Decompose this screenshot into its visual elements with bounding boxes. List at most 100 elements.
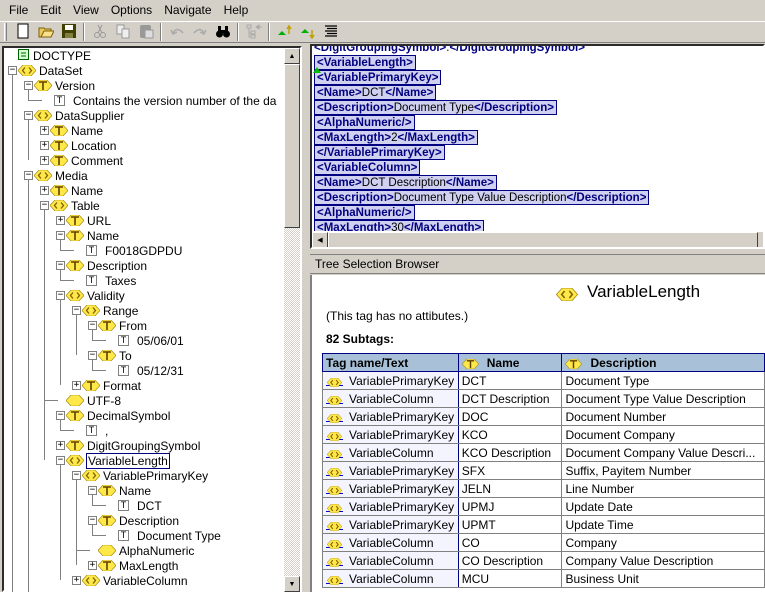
table-row[interactable]: VariableColumn CO Description Company Valu… <box>322 551 765 570</box>
expand-icon[interactable]: + <box>40 156 49 165</box>
table-row[interactable]: VariableColumn KCO Description Document Co… <box>322 443 765 462</box>
tree-node[interactable]: + VariableColumn <box>72 573 188 588</box>
tree-node[interactable]: T F0018GDPDU <box>72 243 182 258</box>
collapse-icon[interactable]: − <box>88 321 97 330</box>
source-line[interactable]: </VariablePrimaryKey> <box>314 145 445 160</box>
table-row[interactable]: VariablePrimaryKey UPMJ Update Date <box>322 497 765 516</box>
source-line[interactable]: <VariablePrimaryKey> <box>314 70 442 85</box>
source-line[interactable]: <Name> DCT </Name> <box>314 85 437 100</box>
copy-button[interactable] <box>111 22 134 42</box>
expand-icon[interactable]: + <box>72 381 81 390</box>
expand-icon[interactable]: + <box>56 216 65 225</box>
element-link-icon[interactable] <box>326 574 343 586</box>
tree-node[interactable]: UTF-8 <box>56 393 121 408</box>
column-header[interactable]: Name <box>457 353 563 372</box>
menu-view[interactable]: View <box>67 3 105 17</box>
table-row[interactable]: VariablePrimaryKey SFX Suffix, Payitem Num… <box>322 461 765 480</box>
cut-button[interactable] <box>88 22 111 42</box>
source-line[interactable]: <AlphaNumeric/> <box>314 205 415 220</box>
menu-options[interactable]: Options <box>105 3 158 17</box>
collapse-icon[interactable]: − <box>24 111 33 120</box>
tree-node[interactable]: T 05/06/01 <box>104 333 184 348</box>
tree-node[interactable]: + Name <box>40 123 103 138</box>
element-link-icon[interactable] <box>326 376 343 388</box>
table-row[interactable]: VariablePrimaryKey KCO Document Company <box>322 425 765 444</box>
tree-node[interactable]: T, <box>72 423 108 438</box>
collapse-icon[interactable]: − <box>24 81 33 90</box>
tree-node[interactable]: − From <box>88 318 147 333</box>
source-line[interactable]: <Description> Document Type </Description> <box>314 100 557 115</box>
collapse-icon[interactable]: − <box>56 411 65 420</box>
tree-node[interactable]: + MaxLength <box>88 558 178 573</box>
table-cell[interactable]: VariablePrimaryKey <box>322 407 459 426</box>
column-header[interactable]: Tag name/Text <box>322 353 459 372</box>
pane-splitter[interactable] <box>302 44 310 592</box>
source-horizontal-scrollbar[interactable]: ◀ <box>312 231 763 247</box>
table-row[interactable]: VariablePrimaryKey UPMT Update Time <box>322 515 765 534</box>
element-link-icon[interactable] <box>326 556 343 568</box>
tree-node[interactable]: + Format <box>72 378 141 393</box>
collapse-icon[interactable]: − <box>72 306 81 315</box>
table-cell[interactable]: VariableColumn <box>322 533 459 552</box>
tree-node[interactable]: − To <box>88 348 132 363</box>
table-cell[interactable]: VariableColumn <box>322 389 459 408</box>
source-line[interactable]: <VariableLength> <box>314 55 416 70</box>
format-button[interactable] <box>319 22 342 42</box>
table-cell[interactable]: VariableColumn <box>322 443 459 462</box>
element-link-icon[interactable] <box>326 484 343 496</box>
menu-help[interactable]: Help <box>218 3 255 17</box>
expand-icon[interactable]: + <box>56 441 65 450</box>
table-row[interactable]: VariableColumn DCT Description Document Ty… <box>322 389 765 408</box>
menu-file[interactable]: File <box>3 3 34 17</box>
undo-button[interactable] <box>165 22 188 42</box>
toolbar-grip[interactable] <box>4 23 7 41</box>
tree-node[interactable]: T DCT <box>104 498 162 513</box>
tree-node[interactable]: − Range <box>72 303 138 318</box>
tree-node[interactable]: − VariablePrimaryKey <box>72 468 208 483</box>
tree-back-button[interactable] <box>242 22 265 42</box>
tree-node[interactable]: + URL <box>56 213 111 228</box>
collapse-icon[interactable]: − <box>88 351 97 360</box>
redo-button[interactable] <box>188 22 211 42</box>
tree-node[interactable]: − Name <box>88 483 151 498</box>
source-line[interactable]: <Description> Document Type Value Descrip… <box>314 190 650 205</box>
element-link-icon[interactable] <box>326 502 343 514</box>
tree-node[interactable]: − Description <box>88 513 179 528</box>
tree-node[interactable]: + DigitGroupingSymbol <box>56 438 200 453</box>
tree-vertical-scrollbar[interactable]: ▲ ▼ <box>284 48 300 592</box>
tree-node[interactable]: − VariableLength <box>56 452 170 469</box>
source-line[interactable]: <Name> DCT Description </Name> <box>314 175 497 190</box>
collapse-icon[interactable]: − <box>56 291 65 300</box>
paste-button[interactable] <box>134 22 157 42</box>
expand-icon[interactable]: + <box>40 186 49 195</box>
tree-node[interactable]: + Name <box>40 183 103 198</box>
table-cell[interactable]: VariableColumn <box>322 569 459 588</box>
table-cell[interactable]: VariablePrimaryKey <box>322 371 459 390</box>
element-link-icon[interactable] <box>326 412 343 424</box>
open-button[interactable] <box>34 22 57 42</box>
horizontal-scroll-thumb[interactable] <box>328 232 758 247</box>
expand-icon[interactable]: + <box>40 126 49 135</box>
move-down-button[interactable] <box>296 22 319 42</box>
table-cell[interactable]: VariableColumn <box>322 551 459 570</box>
tree-node[interactable]: AlphaNumeric <box>88 543 194 558</box>
source-line[interactable]: <VariableColumn> <box>314 160 421 175</box>
tree-node[interactable]: DOCTYPE <box>8 48 91 63</box>
element-link-icon[interactable] <box>326 466 343 478</box>
element-link-icon[interactable] <box>326 394 343 406</box>
collapse-icon[interactable]: − <box>72 471 81 480</box>
new-button[interactable] <box>11 22 34 42</box>
table-row[interactable]: VariablePrimaryKey DOC Document Number <box>322 407 765 426</box>
tree-node[interactable]: − Validity <box>56 288 125 303</box>
collapse-icon[interactable]: − <box>40 201 49 210</box>
tree-node[interactable]: − Description <box>56 258 147 273</box>
source-line[interactable]: <DigitGroupingSymbol>.</DigitGroupingSym… <box>314 46 585 55</box>
tree-node[interactable]: − DataSupplier <box>24 108 124 123</box>
collapse-icon[interactable]: − <box>88 516 97 525</box>
tree-node[interactable]: − Version <box>24 78 95 93</box>
menu-edit[interactable]: Edit <box>34 3 67 17</box>
table-cell[interactable]: VariablePrimaryKey <box>322 515 459 534</box>
save-button[interactable] <box>57 22 80 42</box>
collapse-icon[interactable]: − <box>24 171 33 180</box>
collapse-icon[interactable]: − <box>56 261 65 270</box>
